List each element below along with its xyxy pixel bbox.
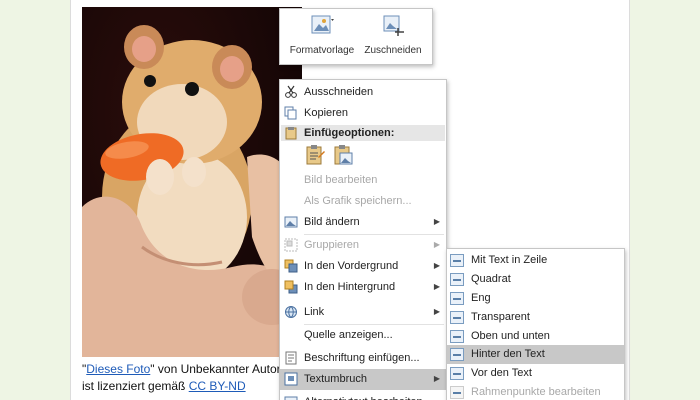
wrap-option-in-front[interactable]: Vor den Text xyxy=(447,364,624,383)
menu-item-label: Kopieren xyxy=(304,107,349,119)
wrap-option-label: Vor den Text xyxy=(471,367,532,379)
style-button-label: Formatvorlage xyxy=(289,45,355,56)
menu-item-show-source[interactable]: Quelle anzeigen... xyxy=(280,325,446,345)
menu-item-label: Ausschneiden xyxy=(304,86,374,98)
menu-item-bring-to-front[interactable]: In den Vordergrund ▶ xyxy=(280,256,446,276)
bring-forward-icon xyxy=(284,259,298,273)
paste-picture-icon xyxy=(334,145,353,165)
style-button[interactable]: Formatvorlage xyxy=(286,13,358,56)
paste-options-header: Einfügeoptionen: xyxy=(281,125,445,141)
wrap-option-edit-points: Rahmenpunkte bearbeiten xyxy=(447,383,624,400)
menu-item-copy[interactable]: Kopieren xyxy=(280,103,446,123)
wrap-option-behind-text[interactable]: Hinter den Text xyxy=(447,345,624,364)
submenu-arrow-icon: ▶ xyxy=(433,217,440,226)
wrap-option-inline[interactable]: Mit Text in Zeile xyxy=(447,251,624,270)
wrap-in-front-icon xyxy=(450,367,464,380)
change-picture-icon xyxy=(284,216,298,228)
crop-button-label: Zuschneiden xyxy=(364,45,422,56)
edit-wrap-points-icon xyxy=(450,386,464,399)
wrap-top-bottom-icon xyxy=(450,330,464,343)
hamster-image[interactable] xyxy=(82,7,302,357)
menu-item-label: Alternativtext bearbeiten... xyxy=(304,392,432,400)
menu-item-label: Beschriftung einfügen... xyxy=(304,352,420,364)
text-wrap-icon xyxy=(284,372,298,386)
copy-icon xyxy=(284,106,297,120)
menu-item-label: Bild ändern xyxy=(304,216,360,228)
wrap-option-top-bottom[interactable]: Oben und unten xyxy=(447,327,624,346)
wrap-option-label: Quadrat xyxy=(471,273,511,285)
insert-caption-icon xyxy=(285,351,297,365)
wrap-square-icon xyxy=(450,273,464,286)
paste-picture-button[interactable] xyxy=(332,144,354,166)
wrap-option-label: Hinter den Text xyxy=(471,348,545,360)
wrap-option-label: Oben und unten xyxy=(471,330,550,342)
menu-item-edit-image: Bild bearbeiten xyxy=(280,170,446,190)
wrap-option-label: Eng xyxy=(471,292,491,304)
menu-item-save-as-image: Als Grafik speichern... xyxy=(280,191,446,211)
photo-link[interactable]: Dieses Foto xyxy=(86,362,150,376)
menu-item-label: Link xyxy=(304,306,325,318)
wrap-option-through[interactable]: Transparent xyxy=(447,308,624,327)
globe-link-icon xyxy=(285,306,297,318)
wrap-option-label: Rahmenpunkte bearbeiten xyxy=(471,386,601,398)
wrap-tight-icon xyxy=(450,292,464,305)
send-backward-icon xyxy=(284,280,298,294)
menu-item-link[interactable]: Link ▶ xyxy=(280,302,446,322)
picture-style-icon xyxy=(311,15,334,34)
menu-item-label: In den Hintergrund xyxy=(304,281,396,293)
wrap-through-icon xyxy=(450,311,464,324)
caption-author: " von Unbekannter Autor xyxy=(150,362,281,376)
submenu-arrow-icon: ▶ xyxy=(433,307,440,316)
wrap-option-label: Transparent xyxy=(471,311,530,323)
menu-item-label: Gruppieren xyxy=(304,239,360,251)
scissors-icon xyxy=(285,85,297,98)
submenu-arrow-icon: ▶ xyxy=(433,261,440,270)
wrap-inline-icon xyxy=(450,254,464,267)
license-link[interactable]: CC BY-ND xyxy=(189,379,246,393)
crop-button[interactable]: Zuschneiden xyxy=(358,13,428,56)
wrap-option-label: Mit Text in Zeile xyxy=(471,254,548,266)
clipboard-icon xyxy=(285,127,297,140)
menu-item-cut[interactable]: Ausschneiden xyxy=(280,82,446,102)
paste-keep-format-button[interactable] xyxy=(304,144,326,166)
wrap-option-square[interactable]: Quadrat xyxy=(447,270,624,289)
alt-text-icon xyxy=(284,396,298,400)
menu-item-send-to-back[interactable]: In den Hintergrund ▶ xyxy=(280,277,446,297)
submenu-arrow-icon: ▶ xyxy=(433,282,440,291)
menu-item-group: Gruppieren ▶ xyxy=(280,235,446,255)
menu-item-change-image[interactable]: Bild ändern ▶ xyxy=(280,212,446,232)
image-caption: "Dieses Foto" von Unbekannter Autor ist … xyxy=(82,361,292,395)
menu-item-label: Als Grafik speichern... xyxy=(304,195,412,207)
menu-item-alt-text[interactable]: Alternativtext bearbeiten... xyxy=(280,392,446,400)
text-wrap-submenu: Mit Text in Zeile Quadrat Eng Transparen… xyxy=(446,248,625,400)
wrap-behind-text-icon xyxy=(450,348,464,361)
submenu-arrow-icon: ▶ xyxy=(433,240,440,249)
crop-icon xyxy=(383,15,404,36)
menu-item-label: Quelle anzeigen... xyxy=(304,329,393,341)
picture-mini-toolbar: Formatvorlage Zuschneiden xyxy=(279,8,433,65)
menu-item-label: In den Vordergrund xyxy=(304,260,399,272)
submenu-arrow-icon: ▶ xyxy=(433,374,440,383)
group-icon xyxy=(284,238,298,252)
context-menu: Ausschneiden Kopieren Einfügeoptionen: B… xyxy=(279,79,447,400)
menu-item-label: Textumbruch xyxy=(304,373,367,385)
wrap-option-tight[interactable]: Eng xyxy=(447,289,624,308)
menu-item-label: Bild bearbeiten xyxy=(304,174,378,186)
paste-keep-source-icon xyxy=(306,145,325,165)
menu-item-insert-caption[interactable]: Beschriftung einfügen... xyxy=(280,348,446,368)
caption-license-text: ist lizenziert gemäß xyxy=(82,379,189,393)
menu-item-text-wrap[interactable]: Textumbruch ▶ xyxy=(280,369,446,390)
